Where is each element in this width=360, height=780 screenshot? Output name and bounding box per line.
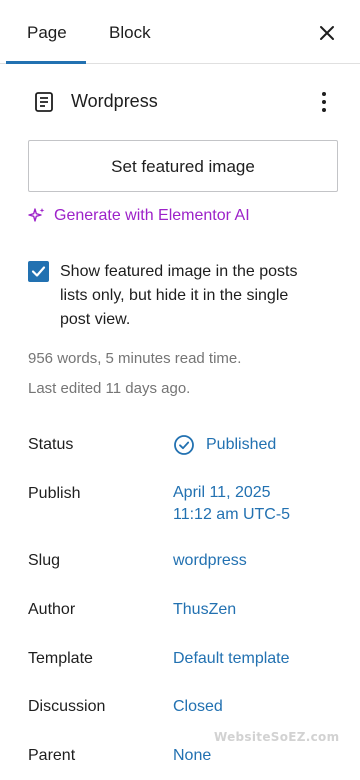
page-document-icon	[35, 92, 53, 112]
template-label: Template	[28, 650, 93, 667]
generate-elementor-ai-label: Generate with Elementor AI	[54, 207, 250, 224]
sidebar-tabs: Page Block	[0, 0, 360, 64]
publish-time: 11:12 am UTC-5	[173, 506, 291, 523]
published-check-icon	[174, 435, 194, 455]
set-featured-image-button[interactable]: Set featured image	[28, 140, 338, 192]
publish-date: April 11, 2025	[173, 484, 271, 501]
tab-block[interactable]: Block	[109, 0, 151, 63]
document-summary: Wordpress	[28, 87, 338, 117]
discussion-value-button[interactable]: Closed	[173, 696, 223, 718]
slug-value-button[interactable]: wordpress	[173, 550, 247, 572]
featured-image-list-only-checkbox[interactable]	[28, 261, 49, 282]
template-value-button[interactable]: Default template	[173, 648, 290, 670]
status-label: Status	[28, 436, 74, 453]
document-title: Wordpress	[71, 91, 158, 111]
close-icon	[320, 26, 334, 40]
last-edited-text: Last edited 11 days ago.	[28, 380, 191, 397]
tab-page[interactable]: Page	[27, 0, 67, 63]
publish-label: Publish	[28, 485, 81, 502]
status-value-button[interactable]: Published	[206, 434, 276, 456]
checkmark-icon	[31, 266, 46, 277]
author-label: Author	[28, 601, 76, 618]
document-actions-button[interactable]	[312, 89, 336, 115]
word-count-text: 956 words, 5 minutes read time.	[28, 350, 242, 367]
slug-label: Slug	[28, 552, 61, 569]
discussion-label: Discussion	[28, 698, 106, 715]
watermark-text: WebsiteSoEZ.com	[214, 730, 340, 744]
sparkle-icon	[28, 208, 45, 222]
publish-date-button[interactable]: April 11, 2025 11:12 am UTC-5	[173, 482, 290, 526]
tab-page-active-indicator	[6, 61, 86, 64]
more-vertical-icon	[322, 92, 326, 112]
parent-label: Parent	[28, 747, 76, 764]
close-sidebar-button[interactable]	[314, 20, 340, 46]
parent-value-button[interactable]: None	[173, 745, 211, 767]
featured-image-list-only-label: Show featured image in the posts lists o…	[60, 263, 298, 328]
author-value-button[interactable]: ThusZen	[173, 599, 236, 621]
